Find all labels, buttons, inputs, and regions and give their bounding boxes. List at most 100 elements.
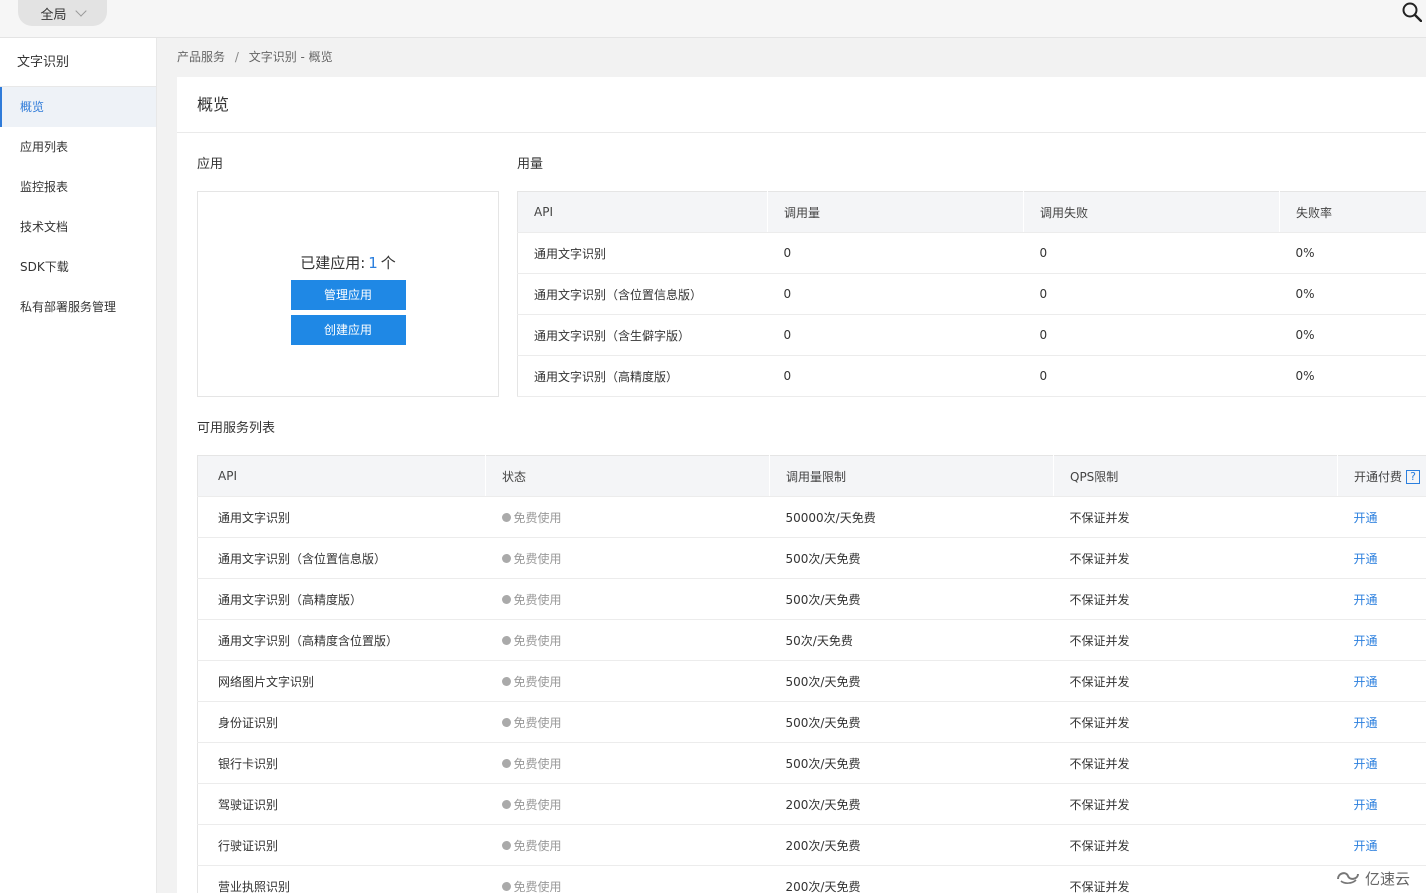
service-api-name: 通用文字识别（高精度版）	[197, 578, 486, 620]
table-header-row: API 状态 调用量限制 QPS限制 开通付费?	[197, 455, 1426, 497]
open-service-link[interactable]: 开通	[1354, 552, 1378, 566]
breadcrumb-root[interactable]: 产品服务	[177, 50, 225, 64]
open-service-link[interactable]: 开通	[1354, 593, 1378, 607]
usage-section-title: 用量	[517, 157, 544, 172]
status-text: 免费使用	[513, 797, 562, 812]
chevron-down-icon	[74, 4, 87, 17]
sidebar-item-overview[interactable]: 概览	[0, 87, 156, 127]
manage-apps-button[interactable]: 管理应用	[290, 279, 406, 310]
table-header-row: API 调用量 调用失败 失败率	[517, 191, 1426, 233]
breadcrumb-separator: /	[234, 50, 239, 64]
table-row: 行驶证识别 免费使用 200次/天免费 不保证并发 开通	[197, 824, 1426, 866]
status-text: 免费使用	[513, 551, 562, 566]
service-status: 免费使用	[485, 783, 770, 825]
service-status: 免费使用	[485, 824, 770, 866]
column-header: API	[197, 455, 486, 497]
open-service-link[interactable]: 开通	[1354, 634, 1378, 648]
service-qps-limit: 不保证并发	[1053, 742, 1338, 784]
service-action: 开通	[1337, 742, 1426, 784]
sidebar-item-monitoring[interactable]: 监控报表	[0, 167, 156, 207]
status-text: 免费使用	[513, 633, 562, 648]
service-action: 开通	[1337, 660, 1426, 702]
usage-api-name: 通用文字识别（含位置信息版）	[517, 273, 768, 315]
column-header: 调用量限制	[769, 455, 1054, 497]
status-text: 免费使用	[513, 838, 562, 853]
usage-failures: 0	[1023, 355, 1280, 397]
service-action: 开通	[1337, 824, 1426, 866]
service-api-name: 网络图片文字识别	[197, 660, 486, 702]
service-api-name: 银行卡识别	[197, 742, 486, 784]
open-service-link[interactable]: 开通	[1354, 716, 1378, 730]
service-status: 免费使用	[485, 701, 770, 743]
usage-failures: 0	[1023, 273, 1280, 315]
open-service-link[interactable]: 开通	[1354, 839, 1378, 853]
usage-calls: 0	[767, 314, 1024, 356]
status-badge: 免费使用	[501, 509, 562, 526]
help-icon[interactable]: ?	[1406, 470, 1421, 484]
status-text: 免费使用	[513, 879, 562, 893]
service-call-limit: 200次/天免费	[769, 865, 1054, 893]
sidebar-item-private-deploy[interactable]: 私有部署服务管理	[0, 287, 156, 327]
status-badge: 免费使用	[501, 673, 562, 690]
table-row: 网络图片文字识别 免费使用 500次/天免费 不保证并发 开通	[197, 660, 1426, 702]
status-badge: 免费使用	[501, 714, 562, 731]
service-action: 开通	[1337, 496, 1426, 538]
scope-selector[interactable]: 全局	[18, 0, 107, 26]
service-call-limit: 500次/天免费	[769, 660, 1054, 702]
column-header-label: 开通付费	[1354, 469, 1403, 484]
watermark-logo-icon	[1335, 867, 1361, 889]
usage-calls: 0	[767, 273, 1024, 315]
service-action: 开通	[1337, 619, 1426, 661]
status-dot-icon	[501, 799, 511, 809]
usage-calls: 0	[767, 232, 1024, 274]
usage-failure-rate: 0%	[1279, 355, 1426, 397]
usage-failures: 0	[1023, 232, 1280, 274]
usage-calls: 0	[767, 355, 1024, 397]
column-header: 调用量	[767, 191, 1024, 233]
table-row: 通用文字识别 免费使用 50000次/天免费 不保证并发 开通	[197, 496, 1426, 538]
table-row: 通用文字识别 0 0 0%	[517, 232, 1426, 274]
sidebar-item-docs[interactable]: 技术文档	[0, 207, 156, 247]
app-count: 已建应用: 1 个	[300, 252, 396, 273]
open-service-link[interactable]: 开通	[1354, 511, 1378, 525]
watermark-text: 亿速云	[1364, 869, 1410, 888]
column-header: API	[517, 191, 768, 233]
service-status: 免费使用	[485, 578, 770, 620]
table-row: 银行卡识别 免费使用 500次/天免费 不保证并发 开通	[197, 742, 1426, 784]
app-count-suffix: 个	[380, 253, 396, 272]
status-text: 免费使用	[513, 756, 562, 771]
sidebar-item-app-list[interactable]: 应用列表	[0, 127, 156, 167]
service-api-name: 通用文字识别（含位置信息版）	[197, 537, 486, 579]
table-row: 营业执照识别 免费使用 200次/天免费 不保证并发	[197, 865, 1426, 893]
status-dot-icon	[501, 635, 511, 645]
status-badge: 免费使用	[501, 755, 562, 772]
status-text: 免费使用	[513, 592, 562, 607]
status-dot-icon	[501, 881, 511, 891]
service-action: 开通	[1337, 701, 1426, 743]
search-icon[interactable]	[1402, 2, 1423, 23]
usage-api-name: 通用文字识别（高精度版）	[517, 355, 768, 397]
page-title: 概览	[177, 77, 1426, 133]
watermark: 亿速云	[1335, 867, 1410, 889]
service-action: 开通	[1337, 537, 1426, 579]
service-api-name: 通用文字识别	[197, 496, 486, 538]
usage-failure-rate: 0%	[1279, 273, 1426, 315]
open-service-link[interactable]: 开通	[1354, 675, 1378, 689]
app-count-prefix: 已建应用:	[300, 253, 366, 272]
column-header: 调用失败	[1023, 191, 1280, 233]
app-count-number: 1	[368, 253, 378, 272]
create-app-button[interactable]: 创建应用	[290, 314, 406, 345]
service-call-limit: 500次/天免费	[769, 742, 1054, 784]
service-action: 开通	[1337, 578, 1426, 620]
usage-failures: 0	[1023, 314, 1280, 356]
open-service-link[interactable]: 开通	[1354, 757, 1378, 771]
service-status: 免费使用	[485, 660, 770, 702]
sidebar-item-sdk[interactable]: SDK下载	[0, 247, 156, 287]
top-bar: 全局	[0, 0, 1426, 38]
sidebar-title: 文字识别	[0, 38, 156, 87]
service-status: 免费使用	[485, 742, 770, 784]
status-dot-icon	[501, 840, 511, 850]
open-service-link[interactable]: 开通	[1354, 798, 1378, 812]
breadcrumb: 产品服务 / 文字识别 - 概览	[177, 38, 333, 76]
service-call-limit: 200次/天免费	[769, 783, 1054, 825]
